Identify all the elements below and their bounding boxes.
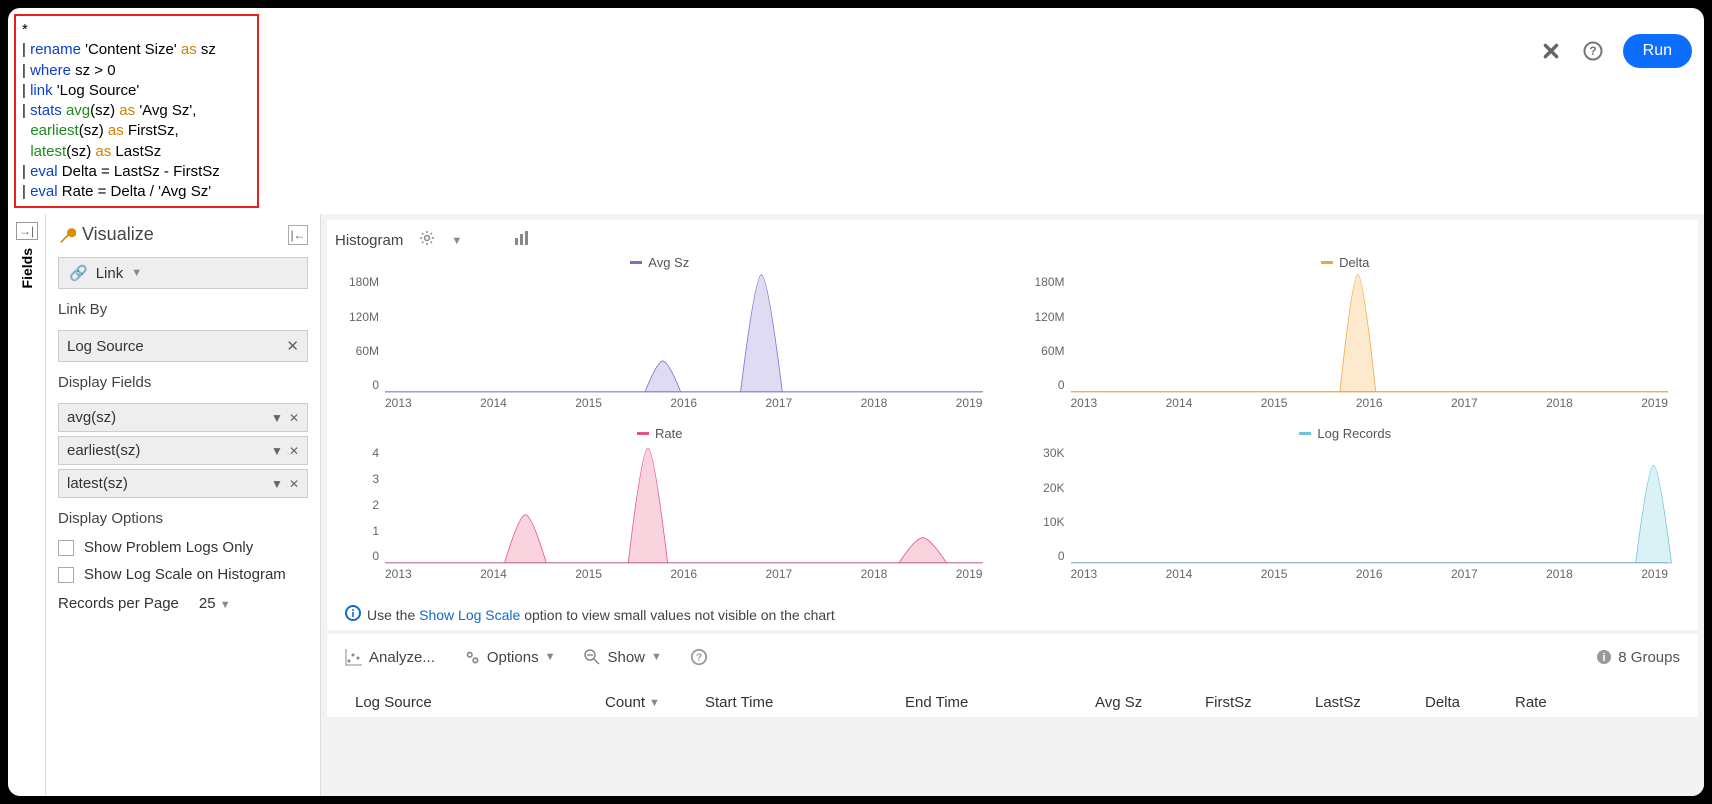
show-log-scale-link[interactable]: Show Log Scale (419, 607, 520, 623)
top-bar: * | rename 'Content Size' as sz | where … (8, 8, 1704, 214)
gears-icon (463, 648, 481, 666)
fields-rail-label[interactable]: Fields (19, 248, 35, 288)
visualize-title: Visualize (58, 224, 280, 245)
histogram-label: Histogram (335, 232, 403, 249)
wrench-icon (58, 226, 76, 244)
scatter-icon (345, 648, 363, 666)
show-button[interactable]: Show ▼ (583, 648, 661, 666)
fields-rail: →| Fields (8, 214, 46, 796)
log-scale-checkbox[interactable]: Show Log Scale on Histogram (58, 566, 308, 583)
groups-count: i 8 Groups (1596, 649, 1680, 666)
col-last-sz[interactable]: LastSz (1307, 688, 1417, 717)
col-count[interactable]: Count ▼ (597, 688, 697, 717)
charts-grid: Avg Sz180M120M60M02013201420152016201720… (327, 255, 1698, 599)
run-button[interactable]: Run (1623, 34, 1692, 68)
zoom-out-icon (583, 648, 601, 666)
gear-icon[interactable] (419, 230, 435, 251)
rpp-label: Records per Page (58, 595, 179, 612)
log-scale-hint: Use the Show Log Scale option to view sm… (333, 599, 1692, 630)
clear-linkby-icon[interactable]: ✕ (286, 337, 299, 355)
info-icon: i (1596, 649, 1612, 665)
chart-rate[interactable]: Rate432102013201420152016201720182019 (337, 426, 983, 591)
results-table-header: Log Source Count ▼ Start Time End Time A… (327, 680, 1698, 717)
link-icon: 🔗 (69, 264, 88, 282)
remove-field-icon[interactable]: ✕ (289, 444, 299, 458)
col-first-sz[interactable]: FirstSz (1197, 688, 1307, 717)
chart-log-records[interactable]: Log Records30K20K10K02013201420152016201… (1023, 426, 1669, 591)
toolbar-help-icon[interactable]: ? (690, 648, 708, 666)
results-toolbar: Analyze... Options ▼ Show ▼ ? i 8 Groups (327, 634, 1698, 680)
chevron-down-icon[interactable]: ▼ (451, 235, 462, 247)
sort-indicator-icon: ▼ (649, 697, 660, 709)
linkby-input[interactable]: Log Source ✕ (58, 330, 308, 362)
col-delta[interactable]: Delta (1417, 688, 1507, 717)
display-field-item[interactable]: avg(sz)▼✕ (58, 403, 308, 432)
col-rate[interactable]: Rate (1507, 688, 1587, 717)
chevron-down-icon[interactable]: ▼ (271, 411, 283, 425)
visualize-panel: Visualize |← 🔗 Link ▼ Link By Log Source… (46, 214, 321, 796)
remove-field-icon[interactable]: ✕ (289, 477, 299, 491)
svg-text:?: ? (696, 653, 702, 664)
options-button[interactable]: Options ▼ (463, 648, 556, 666)
display-field-item[interactable]: latest(sz)▼✕ (58, 469, 308, 498)
help-icon[interactable]: ? (1581, 39, 1605, 63)
content-area: Histogram ▼ Avg Sz180M120M60M02013201420… (321, 214, 1704, 796)
rpp-select[interactable]: 25 ▼ (199, 595, 231, 612)
linkby-label: Link By (58, 301, 308, 318)
col-log-source[interactable]: Log Source (347, 688, 597, 717)
chart-avg-sz[interactable]: Avg Sz180M120M60M02013201420152016201720… (337, 255, 983, 420)
mode-select[interactable]: 🔗 Link ▼ (58, 257, 308, 289)
chevron-down-icon[interactable]: ▼ (271, 444, 283, 458)
remove-field-icon[interactable]: ✕ (289, 411, 299, 425)
chevron-down-icon[interactable]: ▼ (271, 477, 283, 491)
svg-text:i: i (1603, 652, 1606, 664)
expand-rail-icon[interactable]: →| (16, 222, 38, 240)
close-icon[interactable] (1539, 39, 1563, 63)
info-icon (345, 605, 361, 624)
problem-logs-checkbox[interactable]: Show Problem Logs Only (58, 539, 308, 556)
query-editor[interactable]: * | rename 'Content Size' as sz | where … (14, 14, 259, 208)
top-actions: ? Run (1539, 14, 1692, 68)
chart-delta[interactable]: Delta180M120M60M020132014201520162017201… (1023, 255, 1669, 420)
bar-chart-icon[interactable] (514, 230, 532, 251)
analyze-button[interactable]: Analyze... (345, 648, 435, 666)
display-options-label: Display Options (58, 510, 308, 527)
col-start-time[interactable]: Start Time (697, 688, 897, 717)
col-avg-sz[interactable]: Avg Sz (1087, 688, 1197, 717)
svg-text:?: ? (1589, 44, 1596, 58)
display-field-item[interactable]: earliest(sz)▼✕ (58, 436, 308, 465)
col-end-time[interactable]: End Time (897, 688, 1087, 717)
collapse-panel-icon[interactable]: |← (288, 225, 308, 245)
display-fields-label: Display Fields (58, 374, 308, 391)
